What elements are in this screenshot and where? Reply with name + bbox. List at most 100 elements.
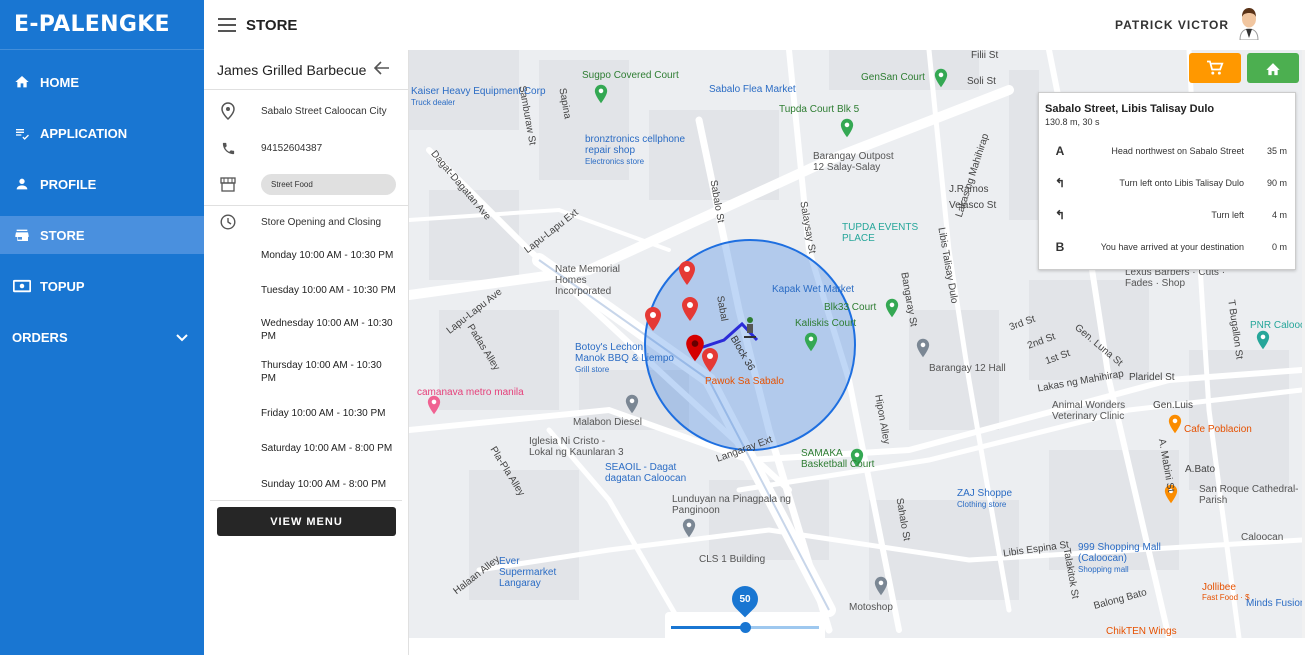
back-arrow-icon[interactable] [373,59,390,80]
playlist-check-icon [12,123,32,143]
slider-value: 50 [739,593,751,605]
map-place-label: Lunduyan na Pinagpala ng Panginoon [672,494,791,516]
sidebar-item-orders[interactable]: ORDERS [0,318,204,356]
map-place-label: Barangay Outpost 12 Salay-Salay [813,151,894,173]
direction-step: A Head northwest on Sabalo Street 35 m [1039,141,1297,161]
map-place-label: Sabalo Flea Market [709,84,796,95]
store-marker-icon[interactable] [677,260,697,286]
directions-panel: Sabalo Street, Libis Talisay Dulo 130.8 … [1038,92,1296,270]
map-place-label: Ever Supermarket Langaray [499,556,557,589]
hours-item: Friday 10:00 AM - 10:30 PM [261,408,386,419]
map-place-label: Animal Wonders Veterinary Clinic [1052,400,1126,422]
hours-item: Monday 10:00 AM - 10:30 PM [261,250,394,261]
store-hours-heading-row: Store Opening and Closing [204,206,408,238]
direction-step: ↰ Turn left onto Libis Talisay Dulo 90 m [1039,173,1297,193]
place-marker-icon[interactable] [933,68,949,88]
step-start-marker: A [1055,144,1065,158]
map-place-label: SEAOIL - Dagat dagatan Caloocan [605,462,687,484]
place-marker-icon[interactable] [593,84,609,104]
sidebar-item-label: ORDERS [12,329,68,345]
user-name[interactable]: PATRICK VICTOR [1115,18,1229,32]
place-marker-icon[interactable] [873,576,889,596]
map-place-label: camanava metro manila [417,387,524,398]
cart-button[interactable] [1189,53,1241,83]
user-location-icon [744,317,756,338]
money-icon [12,276,32,296]
place-marker-icon[interactable] [624,394,640,414]
map-place-label: CLS 1 Building [699,554,766,565]
map-place-label: SAMAKA Basketball Court [801,448,875,470]
sidebar-item-label: STORE [40,227,85,243]
view-menu-button[interactable]: VIEW MENU [217,507,396,536]
map-place-label: Kapak Wet Market [772,284,855,295]
map-place-label: San Roque Cathedral-Parish [1199,484,1299,506]
place-marker-icon[interactable] [803,332,819,352]
place-marker-icon[interactable] [839,118,855,138]
direction-step: ↰ Turn left 4 m [1039,205,1297,225]
sidebar-item-topup[interactable]: TOPUP [0,267,204,305]
sidebar-item-label: PROFILE [40,176,97,192]
map[interactable]: Kaiser Heavy Equipment Corp Truck dealer … [409,50,1302,638]
map-place-label: Minds Fusion [1246,598,1302,609]
store-header: James Grilled Barbecue [204,50,408,90]
hamburger-menu-icon[interactable] [218,18,236,32]
street-label: Plaridel St [1129,372,1175,383]
map-place-label: Malabon Diesel [573,417,642,428]
place-marker-icon[interactable] [426,395,442,415]
sidebar-item-home[interactable]: HOME [0,63,204,101]
step-text: Turn left [1211,210,1244,220]
directions-summary: 130.8 m, 30 s [1045,117,1100,127]
place-marker-icon[interactable] [884,298,900,318]
map-place-label: Caloocan [1241,532,1284,543]
sidebar-item-application[interactable]: APPLICATION [0,114,204,152]
map-place-label: bronztronics cellphone repair shop Electr… [585,134,686,166]
store-address: Sabalo Street Caloocan City [261,105,387,117]
place-marker-icon[interactable] [1255,330,1271,350]
sidebar-item-store[interactable]: STORE [0,216,204,254]
map-place-label: Cafe Poblacion [1184,424,1252,435]
radius-slider[interactable]: 50 [665,580,825,638]
sidebar-item-profile[interactable]: PROFILE [0,165,204,203]
store-category-chip: Street Food [261,174,396,195]
app-logo: E-PALENGKE [0,0,204,50]
sidebar-item-label: APPLICATION [40,125,128,141]
direction-step: B You have arrived at your destination 0… [1039,237,1297,257]
hours-item: Saturday 10:00 AM - 8:00 PM [261,443,393,454]
store-phone: 94152604387 [261,142,323,154]
store-address-row: Sabalo Street Caloocan City [204,90,408,132]
home-button[interactable] [1247,53,1299,83]
map-place-label: PNR Caloocan [1250,320,1302,331]
hours-item: Tuesday 10:00 AM - 10:30 PM [261,285,396,296]
step-text: Turn left onto Libis Talisay Dulo [1119,178,1244,188]
hours-item: Thursday 10:00 AM - 10:30 PM [261,360,382,384]
store-marker-icon[interactable] [643,306,663,332]
store-marker-icon[interactable] [680,296,700,322]
store-name: James Grilled Barbecue [217,61,367,78]
map-place-label: Iglesia Ni Cristo - Lokal ng Kaunlaran 3 [529,436,624,458]
place-marker-icon[interactable] [681,518,697,538]
selected-store-marker-icon[interactable] [684,333,706,363]
step-distance: 35 m [1266,146,1287,156]
sidebar: E-PALENGKE HOME APPLICATION PROFILE STOR… [0,0,204,655]
slider-fill [671,626,745,629]
place-marker-icon[interactable] [1167,414,1183,434]
place-marker-icon[interactable] [915,338,931,358]
home-icon [12,72,32,92]
location-pin-icon [218,102,238,120]
map-place-label: ZAJ Shoppe Clothing store [957,488,1013,509]
map-place-label: Barangay 12 Hall [929,363,1006,374]
map-place-label: Pawok Sa Sabalo [705,376,784,387]
hours-item: Sunday 10:00 AM - 8:00 PM [261,479,387,490]
map-place-label: Nate Memorial Homes Incorporated [555,264,621,297]
avatar[interactable] [1235,4,1263,41]
map-place-label: 999 Shopping Mall (Caloocan) Shopping mal… [1078,542,1161,574]
turn-left-icon: ↰ [1054,176,1066,190]
clock-icon [218,214,238,230]
map-place-label: Lexus Barbers · Cuts · Fades · Shop [1125,267,1226,289]
street-label: Soli St [967,76,996,87]
map-place-label: Tupda Court Blk 5 [779,104,860,115]
slider-thumb[interactable] [740,622,751,633]
page-title: STORE [246,16,298,34]
street-label: Gen.Luis [1153,400,1194,411]
person-icon [12,174,32,194]
